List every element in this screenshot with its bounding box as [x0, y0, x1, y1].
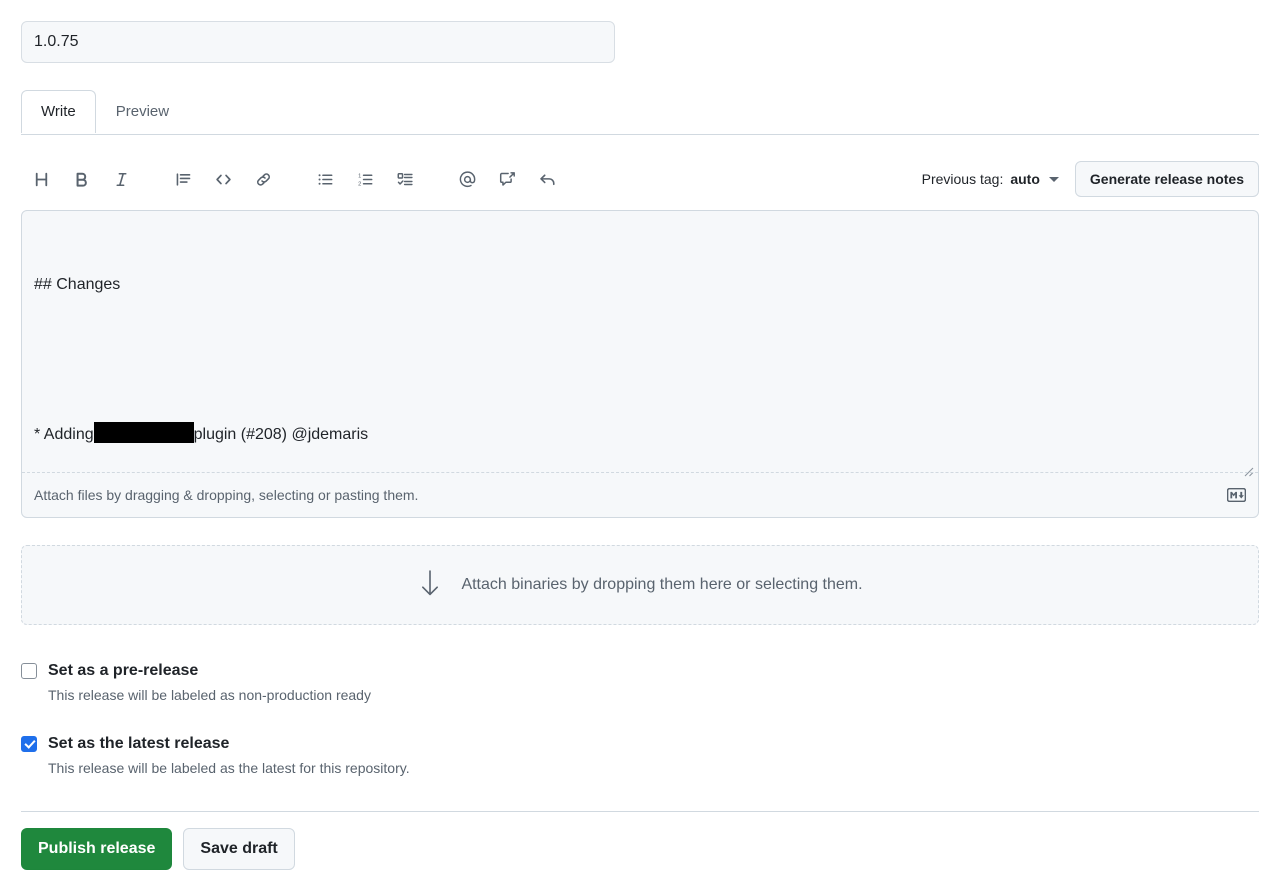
- description-line-heading: ## Changes: [34, 273, 1246, 298]
- download-arrow-icon: [417, 568, 443, 603]
- latest-release-checkbox[interactable]: [21, 736, 37, 752]
- generate-release-notes-button[interactable]: Generate release notes: [1075, 161, 1259, 197]
- reply-icon[interactable]: [532, 164, 562, 194]
- tag-version-input[interactable]: [21, 21, 615, 63]
- editor-tabs: Write Preview: [21, 89, 189, 132]
- previous-tag-value: auto: [1010, 171, 1040, 187]
- tab-write[interactable]: Write: [21, 90, 96, 133]
- tag-version-row: [21, 21, 615, 63]
- markdown-toolbar: 1 2: [21, 158, 1259, 200]
- heading-icon[interactable]: [26, 164, 56, 194]
- dropzone-label: Attach binaries by dropping them here or…: [461, 576, 862, 594]
- redacted-block: [94, 422, 194, 443]
- latest-release-description: This release will be labeled as the late…: [48, 760, 410, 776]
- bold-icon[interactable]: [66, 164, 96, 194]
- mention-icon[interactable]: [452, 164, 482, 194]
- cross-reference-icon[interactable]: [492, 164, 522, 194]
- release-description-editor[interactable]: ## Changes * Adding plugin (#208) @jdemar…: [21, 210, 1259, 518]
- svg-text:1: 1: [358, 173, 361, 179]
- attach-files-hint: Attach files by dragging & dropping, sel…: [34, 487, 418, 503]
- description-blank-line: [34, 347, 1246, 372]
- unordered-list-icon[interactable]: [310, 164, 340, 194]
- toolbar-actions: Previous tag: auto Generate release note…: [920, 161, 1259, 197]
- textarea-resize-handle[interactable]: [1240, 411, 1254, 425]
- option-pre-release-row[interactable]: Set as a pre-release: [21, 662, 371, 680]
- pre-release-description: This release will be labeled as non-prod…: [48, 687, 371, 703]
- description-line-bullet: * Adding plugin (#208) @jdemaris: [34, 422, 1246, 448]
- code-icon[interactable]: [208, 164, 238, 194]
- link-icon[interactable]: [248, 164, 278, 194]
- markdown-icon[interactable]: [1227, 488, 1246, 502]
- footer-divider: [21, 811, 1259, 812]
- binaries-dropzone[interactable]: Attach binaries by dropping them here or…: [21, 545, 1259, 625]
- tabs-divider: [21, 134, 1259, 135]
- bullet-suffix-text: plugin (#208) @jdemaris: [194, 426, 369, 443]
- save-draft-button[interactable]: Save draft: [183, 828, 294, 870]
- previous-tag-label: Previous tag:: [922, 171, 1004, 187]
- latest-release-label[interactable]: Set as the latest release: [48, 735, 229, 753]
- ordered-list-icon[interactable]: 1 2: [350, 164, 380, 194]
- release-description-textarea[interactable]: ## Changes * Adding plugin (#208) @jdemar…: [22, 211, 1258, 473]
- chevron-down-icon: [1049, 177, 1059, 182]
- release-form-page: Write Preview: [0, 0, 1280, 893]
- quote-icon[interactable]: [168, 164, 198, 194]
- italic-icon[interactable]: [106, 164, 136, 194]
- option-pre-release: Set as a pre-release This release will b…: [21, 662, 371, 703]
- pre-release-label[interactable]: Set as a pre-release: [48, 662, 198, 680]
- option-latest-release-row[interactable]: Set as the latest release: [21, 735, 410, 753]
- bullet-prefix-text: * Adding: [34, 426, 94, 443]
- previous-tag-selector[interactable]: Previous tag: auto: [920, 167, 1061, 191]
- editor-footer: Attach files by dragging & dropping, sel…: [22, 472, 1258, 517]
- option-latest-release: Set as the latest release This release w…: [21, 735, 410, 776]
- task-list-icon[interactable]: [390, 164, 420, 194]
- pre-release-checkbox[interactable]: [21, 663, 37, 679]
- form-actions: Publish release Save draft: [21, 828, 295, 870]
- tab-preview[interactable]: Preview: [96, 90, 189, 133]
- publish-release-button[interactable]: Publish release: [21, 828, 172, 870]
- svg-text:2: 2: [358, 181, 361, 187]
- toolbar-icon-group-text: 1 2: [21, 164, 567, 194]
